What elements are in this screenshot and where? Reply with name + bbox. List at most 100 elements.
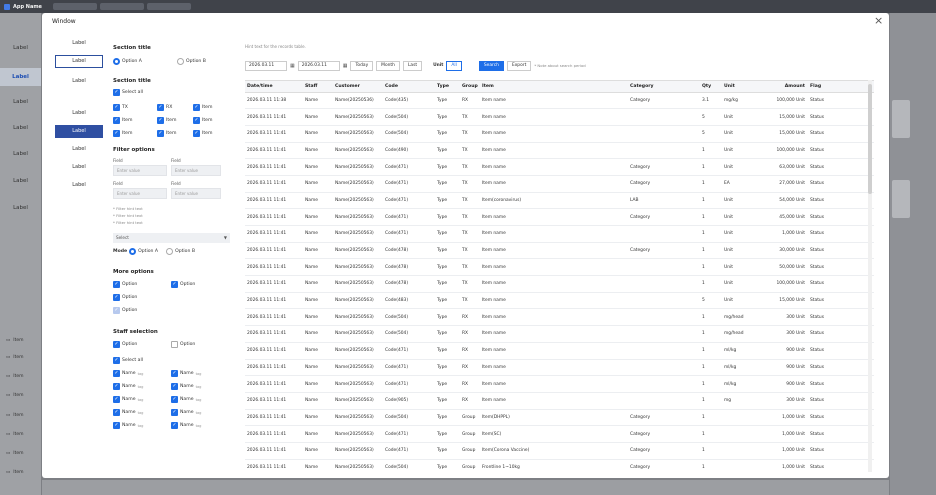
staff-checkbox[interactable]: ✓ Name tag: [171, 383, 201, 390]
excel-export-button[interactable]: Export: [506, 60, 532, 71]
table-row[interactable]: 2026.03.11 11:41 Name Name(20250563) Code(4…: [245, 425, 874, 443]
radio-option[interactable]: Option A: [113, 58, 142, 65]
checkbox-option[interactable]: ✓ Select all: [113, 89, 143, 96]
select-dropdown[interactable]: Select ▼: [113, 233, 230, 243]
table-row[interactable]: 2026.03.11 11:41 Name Name(20250563) Code(9…: [245, 392, 874, 410]
checkbox-option[interactable]: ✓ Option: [113, 294, 137, 301]
column-header[interactable]: Qty: [700, 81, 722, 93]
table-row[interactable]: 2026.03.11 11:41 Name Name(20250563) Code(4…: [245, 442, 874, 460]
nav-item[interactable]: Label: [0, 45, 41, 51]
checkbox-option[interactable]: ✓ Item: [193, 130, 212, 137]
nav-low-item[interactable]: ▭ Item: [6, 432, 24, 437]
table-row[interactable]: 2026.03.11 11:41 Name Name(20250563) Code(4…: [245, 142, 874, 160]
last-month-button[interactable]: Last: [402, 60, 423, 71]
date-to-input[interactable]: 2026.03.11: [297, 60, 340, 71]
staff-checkbox[interactable]: ✓ Name tag: [113, 396, 143, 403]
nav-low-item[interactable]: ▭ Item: [6, 413, 24, 418]
checkbox-option[interactable]: ✓ Item: [157, 130, 176, 137]
table-row[interactable]: 2026.03.11 11:41 Name Name(20250563) Code(4…: [245, 242, 874, 260]
checkbox-option[interactable]: ✓ Option: [113, 281, 137, 288]
table-row[interactable]: 2026.03.11 11:41 Name Name(20250563) Code(5…: [245, 308, 874, 327]
checkbox-option[interactable]: ✓ Option: [171, 281, 195, 288]
checkbox-option[interactable]: ✓ Option: [113, 307, 137, 314]
nav-low-item[interactable]: ▭ Item: [6, 470, 24, 475]
nav-item[interactable]: Label: [0, 99, 41, 105]
text-input[interactable]: Enter value: [171, 188, 221, 199]
nav-low-item[interactable]: ▭ Item: [6, 451, 24, 456]
staff-checkbox[interactable]: ✓ Name tag: [171, 396, 201, 403]
nav-low-item[interactable]: ▭ Item: [6, 393, 24, 398]
nav-low-item[interactable]: ▭ Item: [6, 374, 24, 379]
table-scrollbar[interactable]: [868, 80, 872, 472]
nav-low-item[interactable]: ▭ Item: [6, 355, 24, 360]
table-row[interactable]: 2026.03.11 11:41 Name Name(20250563) Code(4…: [245, 175, 874, 193]
table-row[interactable]: 2026.03.11 11:41 Name Name(20250563) Code(4…: [245, 292, 874, 310]
staff-checkbox[interactable]: ✓ Name tag: [113, 422, 143, 429]
sidebar-item-active[interactable]: Label: [55, 125, 103, 138]
table-row[interactable]: 2026.03.11 11:41 Name Name(20250563) Code(5…: [245, 325, 874, 343]
column-header[interactable]: Staff: [303, 81, 333, 93]
radio-selected-icon[interactable]: [129, 248, 137, 255]
checkbox-option[interactable]: ✓ RX: [157, 104, 172, 111]
column-header[interactable]: Group: [460, 81, 480, 93]
nav-item[interactable]: Label: [0, 205, 41, 211]
app-tab[interactable]: [52, 3, 97, 10]
table-row[interactable]: 2026.03.11 11:41 Name Name(20250563) Code(4…: [245, 359, 874, 377]
checkbox-option[interactable]: ✓ TX: [113, 104, 128, 111]
text-input[interactable]: Enter value: [113, 188, 167, 199]
staff-checkbox[interactable]: ✓ Name tag: [113, 383, 143, 390]
column-header[interactable]: Amount: [752, 81, 808, 93]
date-from-input[interactable]: 2026.03.11: [245, 60, 287, 71]
staff-checkbox[interactable]: ✓ Name tag: [113, 409, 143, 416]
checkbox-option[interactable]: ✓ Item: [193, 117, 212, 124]
sidebar-item-selected[interactable]: Label: [55, 55, 103, 68]
table-row[interactable]: 2026.03.11 11:38 Name Name(20250536) Code(4…: [245, 92, 874, 110]
staff-checkbox[interactable]: ✓ Name tag: [171, 409, 201, 416]
table-row[interactable]: 2026.03.11 11:41 Name Name(20250563) Code(4…: [245, 375, 874, 393]
close-icon[interactable]: ×: [874, 14, 883, 28]
text-input[interactable]: Enter value: [171, 165, 221, 176]
table-row[interactable]: 2026.03.11 11:41 Name Name(20250563) Code(4…: [245, 192, 874, 210]
column-header[interactable]: Type: [435, 81, 460, 93]
table-row[interactable]: 2026.03.11 11:41 Name Name(20250563) Code(5…: [245, 108, 874, 126]
checkbox-option[interactable]: ✓ Item: [193, 104, 212, 111]
radio-icon[interactable]: [166, 248, 174, 255]
column-header[interactable]: Item: [480, 81, 628, 93]
sidebar-item[interactable]: Label: [55, 107, 103, 120]
column-header[interactable]: Code: [383, 81, 435, 93]
sidebar-item[interactable]: Label: [55, 161, 103, 174]
table-row[interactable]: 2026.03.11 11:41 Name Name(20250563) Code(4…: [245, 208, 874, 226]
app-tab[interactable]: [99, 3, 144, 10]
table-row[interactable]: 2026.03.11 11:41 Name Name(20250563) Code(5…: [245, 459, 874, 472]
table-row[interactable]: 2026.03.11 11:41 Name Name(20250563) Code(4…: [245, 342, 874, 360]
column-header[interactable]: Customer: [333, 81, 383, 93]
column-header[interactable]: Flag: [808, 81, 874, 93]
search-button[interactable]: Search: [478, 60, 504, 71]
this-month-button[interactable]: Month: [376, 60, 400, 71]
text-input[interactable]: Enter value: [113, 165, 167, 176]
nav-item[interactable]: Label: [0, 178, 41, 184]
calendar-icon[interactable]: ▦: [343, 63, 348, 69]
column-header[interactable]: Unit: [722, 81, 752, 93]
column-header[interactable]: Category: [628, 81, 700, 93]
checkbox-option[interactable]: ✓ Item: [113, 117, 132, 124]
checkbox-option[interactable]: ✓ Select all: [113, 357, 143, 364]
scrollbar-thumb[interactable]: [868, 84, 872, 194]
checkbox-option[interactable]: ✓ Option: [113, 341, 137, 348]
nav-item-active[interactable]: Label: [0, 68, 41, 86]
sidebar-item[interactable]: Label: [55, 143, 103, 156]
sidebar-item[interactable]: Label: [55, 75, 103, 88]
staff-checkbox[interactable]: ✓ Name tag: [171, 422, 201, 429]
table-row[interactable]: 2026.03.11 11:41 Name Name(20250563) Code(4…: [245, 225, 874, 243]
checkbox-option[interactable]: ✓ Item: [113, 130, 132, 137]
calendar-icon[interactable]: ▦: [290, 63, 295, 69]
checkbox-option[interactable]: ✓ Item: [157, 117, 176, 124]
today-button[interactable]: Today: [350, 60, 374, 71]
table-row[interactable]: 2026.03.11 11:41 Name Name(20250563) Code(5…: [245, 409, 874, 427]
table-row[interactable]: 2026.03.11 11:41 Name Name(20250563) Code(5…: [245, 125, 874, 143]
nav-low-item[interactable]: ▭ Item: [6, 338, 24, 343]
column-header[interactable]: Date/time: [245, 81, 303, 93]
nav-item[interactable]: Label: [0, 125, 41, 131]
radio-option[interactable]: Option B: [177, 58, 206, 65]
checkbox-option[interactable]: Option: [171, 341, 195, 348]
